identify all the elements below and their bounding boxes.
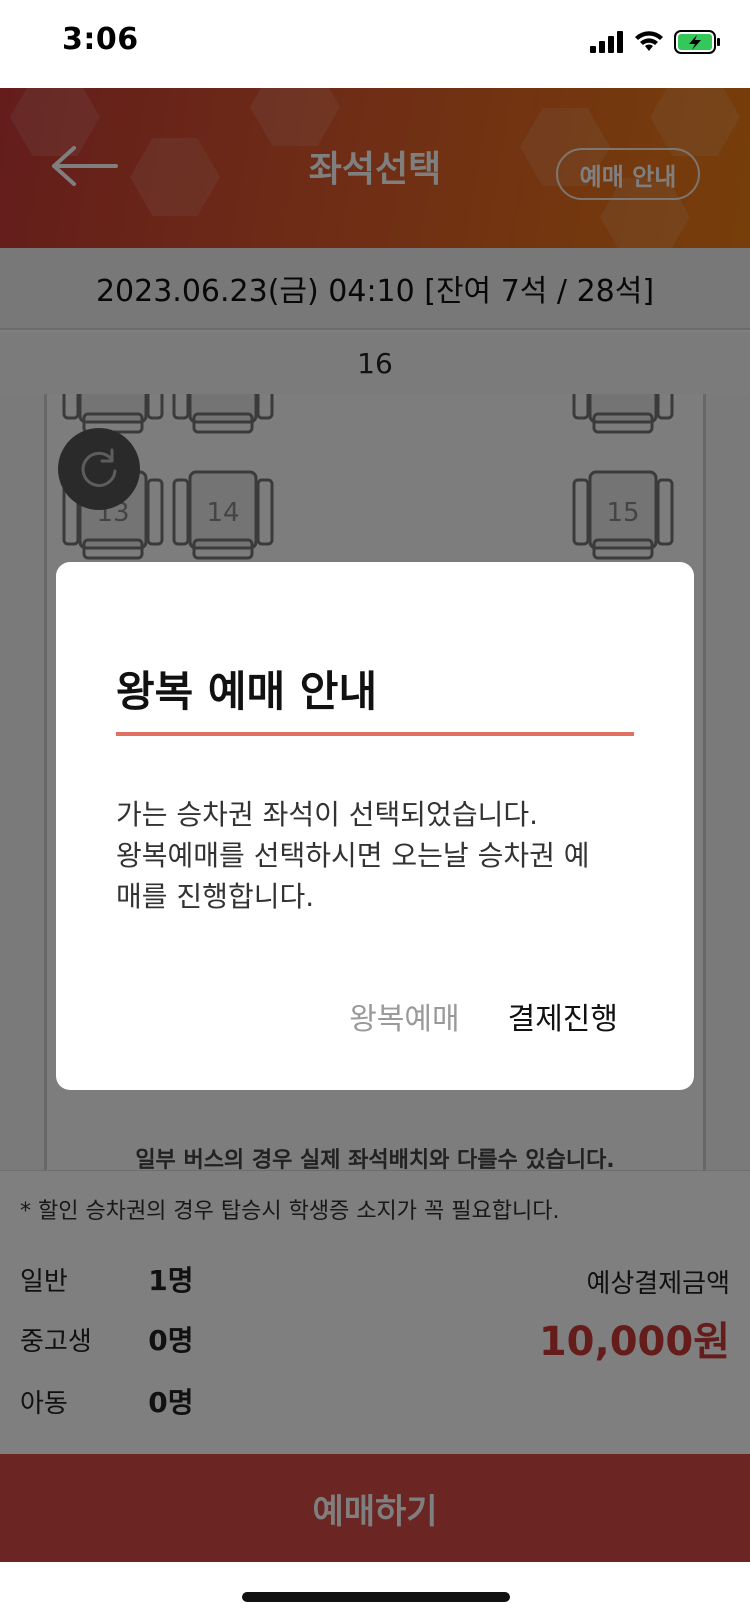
- dialog-actions: 왕복예매 결제진행: [349, 994, 618, 1038]
- dialog-message-line: 가는 승차권 좌석이 선택되었습니다.: [116, 798, 539, 831]
- battery-charging-icon: [674, 30, 720, 54]
- home-indicator-area: [0, 1562, 750, 1624]
- dialog-message-line: 매를 진행합니다.: [116, 880, 315, 913]
- proceed-payment-button[interactable]: 결제진행: [508, 994, 618, 1038]
- roundtrip-button[interactable]: 왕복예매: [349, 994, 459, 1038]
- home-indicator[interactable]: [242, 1592, 510, 1602]
- dialog-divider: [116, 732, 634, 736]
- status-time: 3:06: [62, 22, 139, 57]
- dialog-title: 왕복 예매 안내: [116, 667, 378, 716]
- wifi-icon: [635, 31, 663, 51]
- status-bar: 3:06: [0, 0, 750, 88]
- dialog-message-line: 왕복예매를 선택하시면 오는날 승차권 예: [116, 839, 590, 872]
- roundtrip-dialog: 왕복 예매 안내 가는 승차권 좌석이 선택되었습니다. 왕복예매를 선택하시면…: [56, 562, 694, 1090]
- dialog-message: 가는 승차권 좌석이 선택되었습니다. 왕복예매를 선택하시면 오는날 승차권 …: [116, 794, 634, 917]
- status-icons: [590, 30, 722, 54]
- signal-icon: [590, 31, 623, 53]
